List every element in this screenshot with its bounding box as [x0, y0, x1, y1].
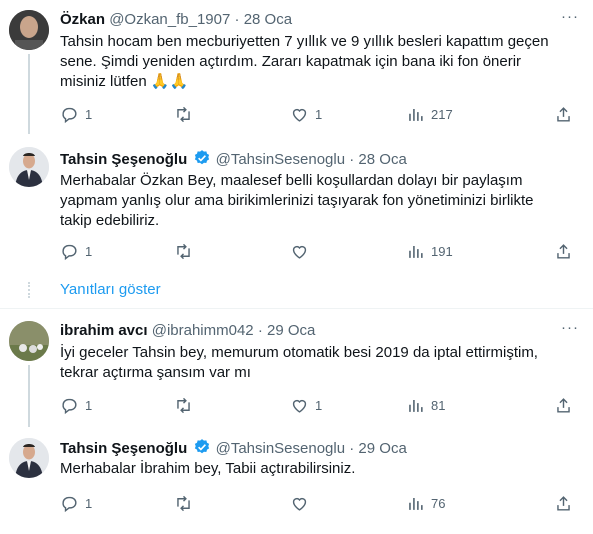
separator: · [349, 151, 355, 168]
retweet-button[interactable] [174, 104, 199, 124]
share-button[interactable] [554, 104, 573, 124]
retweet-icon [177, 106, 190, 122]
avatar-image [9, 10, 49, 50]
avatar[interactable] [9, 147, 49, 187]
tweet-header: Tahsin Şeşenoğlu @TahsinSesenoglu · 28 O… [60, 149, 407, 173]
avatar[interactable] [9, 321, 49, 361]
reply-count: 1 [85, 106, 93, 122]
retweet-button[interactable] [174, 241, 199, 261]
views-button[interactable]: 217 [406, 104, 453, 124]
views-button[interactable]: 191 [406, 241, 453, 261]
show-replies-link[interactable]: Yanıtları göster [60, 281, 161, 298]
like-button[interactable] [290, 493, 315, 513]
tweet-text: Merhabalar İbrahim bey, Tabii açtırabili… [60, 460, 356, 477]
tweet-date[interactable]: 28 Oca [244, 11, 292, 28]
tweet-date[interactable]: 29 Oca [267, 322, 315, 339]
share-icon [557, 397, 570, 413]
reply-button[interactable]: 1 [60, 493, 92, 513]
tweet-text: Merhabalar Özkan Bey, maalesef belli koş… [60, 172, 534, 229]
reply-icon [62, 244, 77, 260]
reply-count: 1 [85, 243, 93, 259]
views-count: 76 [431, 495, 446, 511]
heart-icon [292, 399, 307, 413]
tweet-actions: 1 1 81 [52, 395, 582, 415]
thread-line [28, 54, 30, 134]
separator: · [234, 11, 240, 28]
tweet-text: İyi geceler Tahsin bey, memurum otomatik… [60, 344, 538, 381]
views-icon [409, 399, 423, 412]
avatar-image [9, 321, 49, 361]
heart-icon [292, 245, 307, 259]
author-name[interactable]: Özkan [60, 11, 105, 28]
reply-button[interactable]: 1 [60, 395, 92, 415]
heart-icon [292, 108, 307, 122]
like-count: 1 [315, 397, 323, 413]
tweet-date[interactable]: 29 Oca [358, 440, 406, 457]
separator: · [349, 440, 355, 457]
share-icon [557, 495, 570, 511]
reply-icon [62, 398, 77, 414]
retweet-icon [177, 495, 190, 511]
views-button[interactable]: 81 [406, 395, 445, 415]
views-button[interactable]: 76 [406, 493, 445, 513]
tweet-actions: 1 76 [52, 493, 582, 513]
share-button[interactable] [554, 241, 573, 261]
author-name[interactable]: Tahsin Şeşenoğlu [60, 151, 187, 168]
author-name[interactable]: ibrahim avcı [60, 322, 148, 339]
retweet-icon [177, 243, 190, 259]
tweet-actions: 1 1 217 [52, 104, 582, 124]
views-count: 191 [431, 243, 453, 259]
tweet[interactable]: Özkan @Ozkan_fb_1907 · 28 Oca ··· Tahsin… [0, 0, 593, 140]
views-count: 81 [431, 397, 446, 413]
author-handle[interactable]: @TahsinSesenoglu [216, 151, 345, 168]
author-name[interactable]: Tahsin Şeşenoğlu [60, 440, 187, 457]
like-count: 1 [315, 106, 323, 122]
avatar-image [9, 147, 49, 187]
avatar[interactable] [9, 10, 49, 50]
avatar-image [9, 438, 49, 478]
reply-count: 1 [85, 397, 93, 413]
reply-button[interactable]: 1 [60, 241, 92, 261]
more-options-icon[interactable]: ··· [561, 8, 579, 25]
reply-icon [62, 107, 77, 123]
tweet[interactable]: Tahsin Şeşenoğlu @TahsinSesenoglu · 29 O… [0, 429, 593, 534]
views-count: 217 [431, 106, 453, 122]
retweet-icon [177, 397, 190, 413]
share-icon [557, 106, 570, 122]
verified-badge-icon [193, 149, 211, 173]
views-icon [409, 108, 423, 121]
reply-button[interactable]: 1 [60, 104, 92, 124]
share-icon [557, 243, 570, 259]
retweet-button[interactable] [174, 493, 199, 513]
author-handle[interactable]: @Ozkan_fb_1907 [109, 11, 230, 28]
separator: · [257, 322, 263, 339]
tweet-actions: 1 191 [52, 241, 582, 261]
thread-line [28, 365, 30, 427]
reply-count: 1 [85, 495, 93, 511]
share-button[interactable] [554, 395, 573, 415]
tweet-text: Tahsin hocam ben mecburiyetten 7 yıllık … [60, 33, 549, 90]
more-options-icon[interactable]: ··· [561, 319, 579, 336]
heart-icon [292, 497, 307, 511]
avatar[interactable] [9, 438, 49, 478]
author-handle[interactable]: @ibrahimm042 [152, 322, 254, 339]
share-button[interactable] [554, 493, 573, 513]
like-button[interactable] [290, 241, 315, 261]
thread-dots [28, 282, 30, 298]
views-icon [409, 245, 423, 258]
tweet-header: Özkan @Ozkan_fb_1907 · 28 Oca [60, 10, 292, 30]
like-button[interactable]: 1 [290, 395, 322, 415]
tweet[interactable]: Tahsin Şeşenoğlu @TahsinSesenoglu · 28 O… [0, 140, 593, 280]
like-button[interactable]: 1 [290, 104, 322, 124]
tweet[interactable]: ibrahim avcı @ibrahimm042 · 29 Oca ··· İ… [0, 309, 593, 429]
retweet-button[interactable] [174, 395, 199, 415]
tweet-header: ibrahim avcı @ibrahimm042 · 29 Oca [60, 321, 315, 341]
tweet-date[interactable]: 28 Oca [358, 151, 406, 168]
views-icon [409, 497, 423, 510]
author-handle[interactable]: @TahsinSesenoglu [216, 440, 345, 457]
reply-icon [62, 496, 77, 512]
